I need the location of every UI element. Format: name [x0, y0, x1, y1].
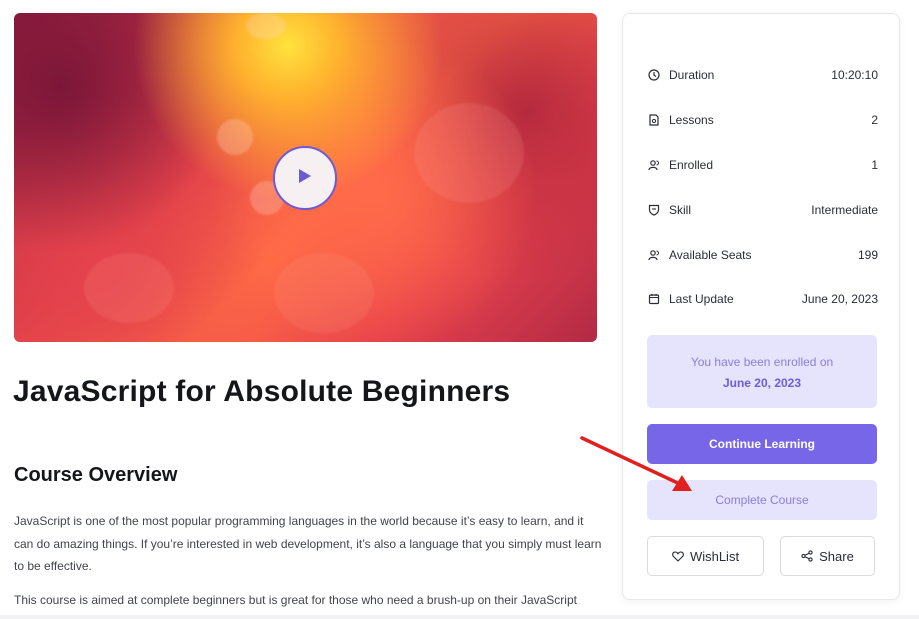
share-icon [801, 550, 813, 562]
heart-icon [672, 550, 684, 562]
info-row-lessons: Lessons 2 [647, 110, 878, 130]
wishlist-label: WishList [689, 548, 740, 564]
share-button[interactable]: Share [780, 536, 875, 576]
info-row-duration: Duration 10:20:10 [647, 65, 878, 85]
info-label: Available Seats [669, 248, 752, 262]
course-title: JavaScript for Absolute Beginners [13, 375, 511, 408]
info-row-skill: Skill Intermediate [647, 200, 878, 220]
lessons-icon [647, 113, 661, 127]
page-bottom-divider [0, 615, 919, 619]
seats-icon [647, 248, 661, 262]
complete-course-button[interactable]: Complete Course [647, 480, 877, 520]
bokeh-decoration [246, 13, 286, 39]
course-overview-heading: Course Overview [14, 464, 178, 486]
continue-learning-button[interactable]: Continue Learning [647, 424, 877, 464]
bokeh-decoration [217, 119, 253, 155]
info-row-last-update: Last Update June 20, 2023 [647, 289, 878, 309]
info-label: Skill [669, 203, 692, 217]
info-value: 10:20:10 [831, 68, 878, 82]
overview-paragraph: JavaScript is one of the most popular pr… [14, 514, 602, 573]
clock-icon [647, 68, 661, 82]
info-value: 2 [871, 113, 878, 127]
info-label: Duration [669, 68, 715, 82]
info-label: Last Update [669, 292, 734, 306]
users-icon [647, 158, 661, 172]
bokeh-decoration [84, 253, 174, 323]
bokeh-decoration [414, 103, 524, 203]
enrollment-date: June 20, 2023 [722, 376, 802, 390]
info-value: 1 [871, 158, 878, 172]
info-value: Intermediate [811, 203, 878, 217]
info-row-enrolled: Enrolled 1 [647, 155, 878, 175]
info-label: Enrolled [669, 158, 714, 172]
info-row-available-seats: Available Seats 199 [647, 245, 878, 265]
info-label: Lessons [669, 113, 714, 127]
enrollment-text: You have been enrolled on [690, 355, 834, 369]
calendar-icon [647, 292, 661, 306]
bokeh-decoration [274, 253, 374, 333]
info-value: June 20, 2023 [801, 292, 878, 306]
info-value: 199 [857, 248, 878, 262]
course-sidebar-card: Duration 10:20:10 Lessons 2 Enrolled 1 S… [622, 13, 900, 600]
wishlist-button[interactable]: WishList [647, 536, 764, 576]
shield-icon [647, 203, 661, 217]
enrollment-notice: You have been enrolled on June 20, 2023 [647, 335, 877, 408]
play-button[interactable] [273, 146, 337, 210]
share-label: Share [819, 548, 854, 564]
play-icon [298, 168, 312, 189]
course-video[interactable] [14, 13, 597, 342]
